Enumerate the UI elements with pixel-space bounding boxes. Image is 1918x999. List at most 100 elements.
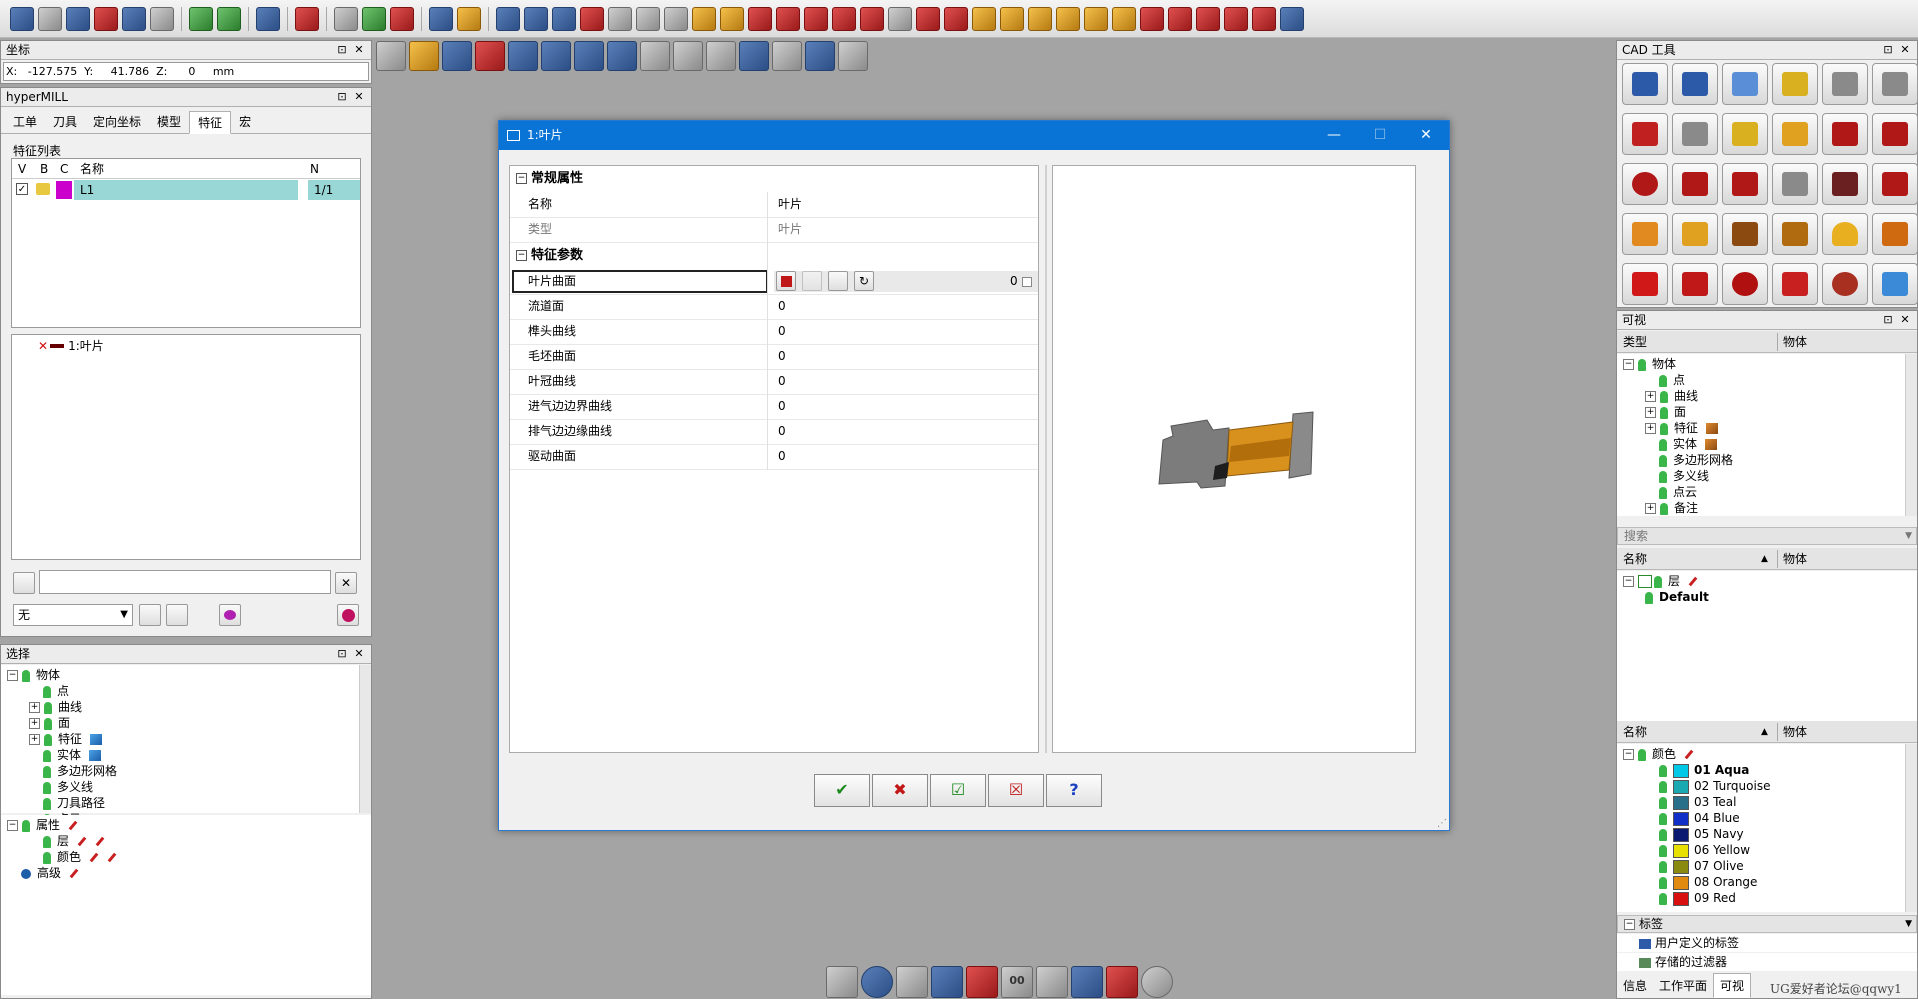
vis-item-polyline[interactable]: 多义线 bbox=[1617, 468, 1905, 484]
layers-col-name[interactable]: 名称 bbox=[1623, 548, 1647, 570]
filter-icon[interactable] bbox=[828, 271, 848, 291]
search-icon[interactable] bbox=[13, 572, 35, 594]
box-icon[interactable] bbox=[475, 41, 505, 71]
solid-blue-icon[interactable] bbox=[1872, 263, 1918, 305]
precision-icon[interactable]: 00 bbox=[1001, 966, 1033, 998]
solid-3-icon[interactable] bbox=[972, 6, 996, 31]
eye-icon[interactable] bbox=[219, 604, 241, 626]
visibility-scrollbar[interactable] bbox=[1905, 354, 1917, 516]
col-object[interactable]: 物体 bbox=[1783, 331, 1807, 353]
rect-icon[interactable] bbox=[776, 6, 800, 31]
colors-col-name[interactable]: 名称 bbox=[1623, 721, 1647, 743]
close-icon[interactable]: ✕ bbox=[1898, 311, 1912, 329]
color-item[interactable]: 02 Turquoise bbox=[1617, 778, 1905, 794]
prop-row-trailing-edge[interactable]: 排气边边缘曲线 0 bbox=[510, 419, 1038, 445]
col-type[interactable]: 类型 bbox=[1623, 331, 1647, 353]
tab-jobs[interactable]: 工单 bbox=[5, 111, 45, 133]
wave-icon[interactable] bbox=[541, 41, 571, 71]
color-item[interactable]: 04 Blue bbox=[1617, 810, 1905, 826]
resize-grip-icon[interactable]: ⋰ bbox=[1437, 818, 1447, 829]
globe-view-icon[interactable] bbox=[861, 966, 893, 998]
pin-icon[interactable]: ⊡ bbox=[335, 88, 349, 106]
solid-11-icon[interactable] bbox=[1280, 6, 1304, 31]
solid-ring-icon[interactable] bbox=[1822, 263, 1868, 305]
close-icon[interactable]: ✕ bbox=[1898, 41, 1912, 59]
stock-icon[interactable] bbox=[409, 41, 439, 71]
cup-icon[interactable] bbox=[1772, 213, 1818, 255]
curve-3-icon[interactable] bbox=[552, 6, 576, 31]
prop-row-leading-edge[interactable]: 进气边边界曲线 0 bbox=[510, 394, 1038, 420]
tree-item-mesh[interactable]: 多边形网格 bbox=[1, 763, 359, 779]
stack-icon[interactable] bbox=[94, 6, 118, 31]
refresh-icon[interactable]: ↻ bbox=[854, 271, 874, 291]
arc-1-icon[interactable] bbox=[608, 6, 632, 31]
stairs-icon[interactable] bbox=[457, 6, 481, 31]
tree-item-point[interactable]: 点 bbox=[1, 683, 359, 699]
curve-4-icon[interactable] bbox=[580, 6, 604, 31]
vis-item-face[interactable]: + 面 bbox=[1617, 404, 1905, 420]
grid-icon[interactable] bbox=[362, 6, 386, 31]
cancel-button[interactable]: ✖ bbox=[872, 774, 928, 807]
pin-icon[interactable]: ⊡ bbox=[335, 645, 349, 663]
info-icon[interactable] bbox=[772, 41, 802, 71]
prop-row-shroud-curve[interactable]: 叶冠曲线 0 bbox=[510, 369, 1038, 395]
bug-icon[interactable] bbox=[390, 6, 414, 31]
vis-item-note[interactable]: + 备注 bbox=[1617, 500, 1905, 516]
tree-item-face[interactable]: + 面 bbox=[1, 715, 359, 731]
colors-scrollbar[interactable] bbox=[1905, 744, 1917, 912]
undo-arc-icon[interactable] bbox=[640, 41, 670, 71]
cube-view-icon[interactable] bbox=[826, 966, 858, 998]
stamp-icon[interactable] bbox=[1071, 966, 1103, 998]
close-icon[interactable]: ✕ bbox=[352, 88, 366, 106]
curve-info-icon[interactable] bbox=[1622, 63, 1668, 105]
prop-row-stock-surface[interactable]: 毛坯曲面 0 bbox=[510, 344, 1038, 370]
prop-row-drive-surface[interactable]: 驱动曲面 0 bbox=[510, 444, 1038, 470]
close-icon[interactable]: ✕ bbox=[352, 41, 366, 59]
param-checkbox[interactable] bbox=[1022, 277, 1032, 287]
line-icon[interactable] bbox=[1772, 163, 1818, 205]
cancel-apply-button[interactable]: ☒ bbox=[988, 774, 1044, 807]
solid-2-icon[interactable] bbox=[944, 6, 968, 31]
prop-row-blade-surface[interactable]: 叶片曲面 ↻ 0 bbox=[510, 269, 1038, 295]
pin-icon[interactable]: ⊡ bbox=[1881, 311, 1895, 329]
tab-features[interactable]: 特征 bbox=[189, 111, 232, 134]
solid-1-icon[interactable] bbox=[916, 6, 940, 31]
pick-surface-icon[interactable] bbox=[776, 271, 796, 291]
solid-4-icon[interactable] bbox=[1000, 6, 1024, 31]
solid-hole-icon[interactable] bbox=[1722, 263, 1768, 305]
solid-blue-icon[interactable] bbox=[739, 41, 769, 71]
bell-icon[interactable] bbox=[1822, 213, 1868, 255]
tree-item-advanced[interactable]: 高级 bbox=[1, 865, 371, 881]
tree-item-attributes[interactable]: − 属性 bbox=[1, 817, 371, 833]
color-item[interactable]: 01 Aqua bbox=[1617, 762, 1905, 778]
help-icon[interactable] bbox=[429, 6, 453, 31]
loft-icon[interactable] bbox=[1672, 213, 1718, 255]
sweep-icon[interactable] bbox=[1772, 113, 1818, 155]
layer-root[interactable]: − 层 bbox=[1617, 573, 1917, 589]
prop-row-name[interactable]: 名称 叶片 bbox=[510, 192, 1038, 218]
maximize-icon[interactable]: ☐ bbox=[1357, 121, 1403, 150]
prop-row-tenon-curve[interactable]: 榫头曲线 0 bbox=[510, 319, 1038, 345]
vis-item-point[interactable]: 点 bbox=[1617, 372, 1905, 388]
pin-icon[interactable]: ⊡ bbox=[335, 41, 349, 59]
undo-icon[interactable] bbox=[122, 6, 146, 31]
tree-item-layer[interactable]: 层 bbox=[1, 833, 371, 849]
vis-item-pointcloud[interactable]: 点云 bbox=[1617, 484, 1905, 500]
info-curve-icon[interactable] bbox=[574, 41, 604, 71]
radius-icon[interactable] bbox=[706, 41, 736, 71]
colors-col-object[interactable]: 物体 bbox=[1783, 721, 1807, 743]
color-item[interactable]: 06 Yellow bbox=[1617, 842, 1905, 858]
p-icon[interactable] bbox=[838, 41, 868, 71]
solid-7-icon[interactable] bbox=[1168, 6, 1192, 31]
labels-bar[interactable]: − 标签 ▼ bbox=[1617, 915, 1917, 933]
spline-icon[interactable] bbox=[860, 6, 884, 31]
circle-icon[interactable] bbox=[804, 6, 828, 31]
rotate-icon[interactable] bbox=[442, 41, 472, 71]
group-general[interactable]: − 常规属性 bbox=[510, 166, 1044, 192]
two-i-icon[interactable] bbox=[607, 41, 637, 71]
edit-pen-icon[interactable] bbox=[1106, 966, 1138, 998]
ok-button[interactable]: ✔ bbox=[814, 774, 870, 807]
surface-2-icon[interactable] bbox=[720, 6, 744, 31]
solid-6-icon[interactable] bbox=[1140, 6, 1164, 31]
rectangle-icon[interactable] bbox=[1872, 113, 1918, 155]
